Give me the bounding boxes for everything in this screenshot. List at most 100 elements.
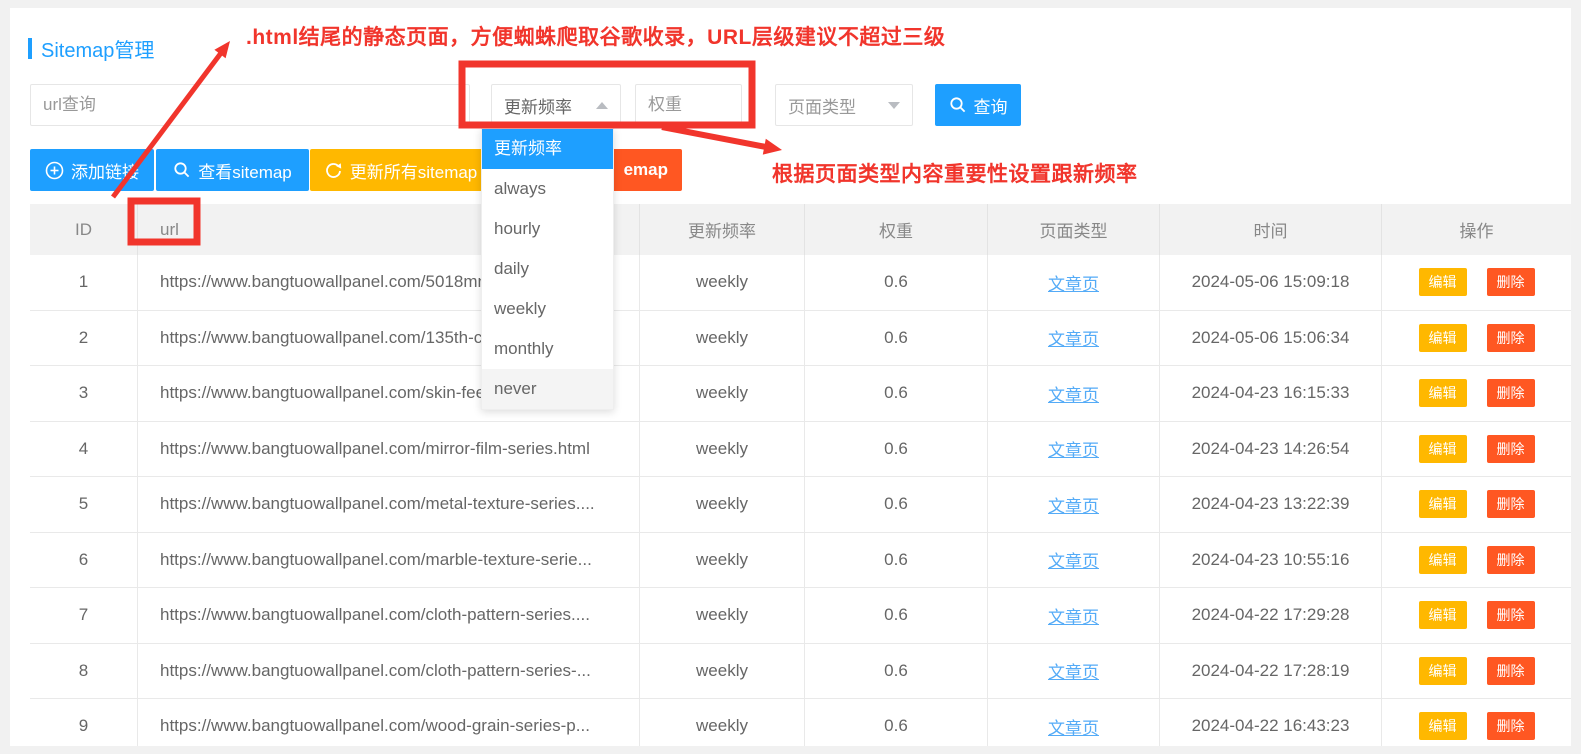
annotation-right-note: 根据页面类型内容重要性设置跟新频率 (772, 158, 1138, 188)
table-row: 7 https://www.bangtuowallpanel.com/cloth… (30, 588, 1571, 644)
table-header-row: ID url 更新频率 权重 页面类型 时间 操作 (30, 204, 1571, 255)
edit-button[interactable]: 编辑 (1419, 379, 1467, 407)
edit-button[interactable]: 编辑 (1419, 435, 1467, 463)
cell-id: 5 (30, 477, 138, 532)
partial-sitemap-label: emap (624, 160, 668, 180)
update-all-sitemap-button[interactable]: 更新所有sitemap (310, 149, 491, 191)
table-row: 8 https://www.bangtuowallpanel.com/cloth… (30, 644, 1571, 700)
table-row: 2 https://www.bangtuowallpanel.com/135th… (30, 311, 1571, 367)
cell-url: https://www.bangtuowallpanel.com/cloth-p… (138, 588, 640, 643)
content-panel: Sitemap管理 更新频率 页面类型 查询 添加链接 (10, 8, 1571, 746)
cell-id: 4 (30, 422, 138, 477)
add-link-button[interactable]: 添加链接 (30, 149, 154, 191)
delete-button[interactable]: 删除 (1487, 435, 1535, 463)
chevron-down-icon (888, 102, 900, 109)
page-type-link[interactable]: 文章页 (1048, 603, 1099, 628)
header-weight: 权重 (805, 204, 988, 255)
add-link-label: 添加链接 (71, 158, 139, 183)
weight-input[interactable] (635, 84, 742, 126)
table-body: 1 https://www.bangtuowallpanel.com/5018m… (30, 255, 1571, 746)
frequency-option-2[interactable]: always (482, 169, 613, 209)
cell-time: 2024-04-23 10:55:16 (1160, 533, 1382, 588)
delete-button[interactable]: 删除 (1487, 490, 1535, 518)
cell-id: 2 (30, 311, 138, 366)
table-row: 5 https://www.bangtuowallpanel.com/metal… (30, 477, 1571, 533)
cell-url: https://www.bangtuowallpanel.com/mirror-… (138, 422, 640, 477)
cell-url: https://www.bangtuowallpanel.com/metal-t… (138, 477, 640, 532)
delete-button[interactable]: 删除 (1487, 546, 1535, 574)
edit-button[interactable]: 编辑 (1419, 601, 1467, 629)
page-type-link[interactable]: 文章页 (1048, 714, 1099, 739)
cell-time: 2024-05-06 15:09:18 (1160, 255, 1382, 310)
delete-button[interactable]: 删除 (1487, 712, 1535, 740)
cell-weight: 0.6 (805, 311, 988, 366)
frequency-option-6[interactable]: monthly (482, 329, 613, 369)
frequency-option-3[interactable]: hourly (482, 209, 613, 249)
cell-time: 2024-04-23 13:22:39 (1160, 477, 1382, 532)
page-type-link[interactable]: 文章页 (1048, 436, 1099, 461)
delete-button[interactable]: 删除 (1487, 379, 1535, 407)
cell-weight: 0.6 (805, 255, 988, 310)
table-row: 9 https://www.bangtuowallpanel.com/wood-… (30, 699, 1571, 746)
cell-weight: 0.6 (805, 422, 988, 477)
cell-frequency: weekly (640, 422, 805, 477)
page-type-link[interactable]: 文章页 (1048, 381, 1099, 406)
edit-button[interactable]: 编辑 (1419, 268, 1467, 296)
delete-button[interactable]: 删除 (1487, 657, 1535, 685)
table-row: 1 https://www.bangtuowallpanel.com/5018m… (30, 255, 1571, 311)
frequency-select-value: 更新频率 (504, 93, 572, 118)
cell-weight: 0.6 (805, 533, 988, 588)
cell-frequency: weekly (640, 311, 805, 366)
header-id: ID (30, 204, 138, 255)
delete-button[interactable]: 删除 (1487, 324, 1535, 352)
cell-weight: 0.6 (805, 588, 988, 643)
frequency-option-5[interactable]: weekly (482, 289, 613, 329)
cell-weight: 0.6 (805, 366, 988, 421)
refresh-icon (324, 161, 343, 180)
header-actions: 操作 (1382, 204, 1571, 255)
cell-frequency: weekly (640, 533, 805, 588)
cell-id: 3 (30, 366, 138, 421)
cell-frequency: weekly (640, 644, 805, 699)
frequency-select[interactable]: 更新频率 (491, 84, 621, 126)
edit-button[interactable]: 编辑 (1419, 657, 1467, 685)
cell-time: 2024-04-22 17:29:28 (1160, 588, 1382, 643)
page-type-link[interactable]: 文章页 (1048, 492, 1099, 517)
url-search-input[interactable] (30, 84, 470, 126)
page-type-link[interactable]: 文章页 (1048, 658, 1099, 683)
view-sitemap-button[interactable]: 查看sitemap (156, 149, 309, 191)
page-type-link[interactable]: 文章页 (1048, 325, 1099, 350)
page-type-link[interactable]: 文章页 (1048, 270, 1099, 295)
cell-id: 8 (30, 644, 138, 699)
cell-id: 7 (30, 588, 138, 643)
page-type-select[interactable]: 页面类型 (775, 84, 913, 126)
edit-button[interactable]: 编辑 (1419, 490, 1467, 518)
view-sitemap-label: 查看sitemap (198, 158, 292, 183)
cell-id: 9 (30, 699, 138, 746)
edit-button[interactable]: 编辑 (1419, 324, 1467, 352)
cell-weight: 0.6 (805, 699, 988, 746)
update-all-sitemap-label: 更新所有sitemap (350, 158, 478, 183)
page-title: Sitemap管理 (41, 34, 154, 63)
cell-time: 2024-04-22 16:43:23 (1160, 699, 1382, 746)
edit-button[interactable]: 编辑 (1419, 546, 1467, 574)
frequency-option-4[interactable]: daily (482, 249, 613, 289)
delete-button[interactable]: 删除 (1487, 268, 1535, 296)
header-frequency: 更新频率 (640, 204, 805, 255)
cell-frequency: weekly (640, 366, 805, 421)
search-icon (173, 161, 191, 179)
cell-id: 6 (30, 533, 138, 588)
search-button[interactable]: 查询 (935, 84, 1021, 126)
frequency-option-7[interactable]: never (482, 369, 613, 409)
frequency-option-1[interactable]: 更新频率 (482, 129, 613, 169)
page-type-link[interactable]: 文章页 (1048, 547, 1099, 572)
title-accent-bar (28, 38, 32, 59)
edit-button[interactable]: 编辑 (1419, 712, 1467, 740)
sitemap-table: ID url 更新频率 权重 页面类型 时间 操作 1 https://www.… (30, 204, 1571, 746)
header-page-type: 页面类型 (988, 204, 1160, 255)
cell-time: 2024-04-23 14:26:54 (1160, 422, 1382, 477)
delete-button[interactable]: 删除 (1487, 601, 1535, 629)
page-type-select-value: 页面类型 (788, 93, 856, 118)
cell-time: 2024-04-23 16:15:33 (1160, 366, 1382, 421)
cell-url: https://www.bangtuowallpanel.com/wood-gr… (138, 699, 640, 746)
